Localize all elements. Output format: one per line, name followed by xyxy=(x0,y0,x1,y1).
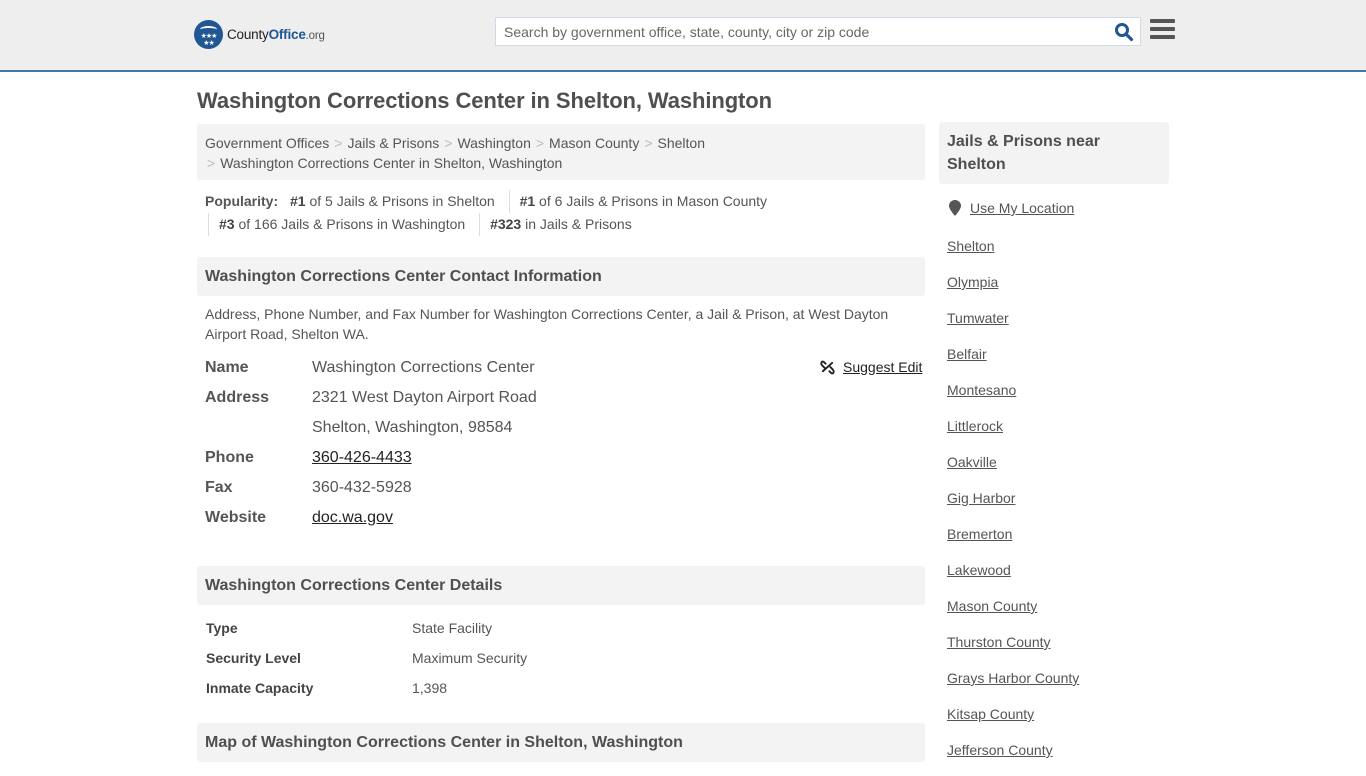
nearby-link-bremerton[interactable]: Bremerton xyxy=(947,526,1012,542)
list-item: Tumwater xyxy=(947,308,1079,344)
nearby-link-thurston-county[interactable]: Thurston County xyxy=(947,634,1051,650)
list-item: Thurston County xyxy=(947,632,1079,668)
details-row: Inmate Capacity 1,398 xyxy=(206,676,926,706)
nearby-link-grays-harbor-county[interactable]: Grays Harbor County xyxy=(947,670,1079,686)
list-item: Bremerton xyxy=(947,524,1079,560)
nearby-link-lakewood[interactable]: Lakewood xyxy=(947,562,1011,578)
popularity-item: #1 of 6 Jails & Prisons in Mason County xyxy=(508,190,777,213)
breadcrumb-washington[interactable]: Washington xyxy=(457,135,530,151)
list-item: Jefferson County xyxy=(947,740,1079,776)
eagle-stars-badge-icon: ★★★ ★★ xyxy=(194,20,223,49)
list-item: Gig Harbor xyxy=(947,488,1079,524)
breadcrumb-separator: > xyxy=(644,135,653,151)
breadcrumb-mason-county[interactable]: Mason County xyxy=(549,135,639,151)
fax-value: 360-432-5928 xyxy=(312,479,412,496)
nearby-list: Shelton Olympia Tumwater Belfair Montesa… xyxy=(947,236,1079,776)
nearby-link-kitsap-county[interactable]: Kitsap County xyxy=(947,706,1034,722)
search-input[interactable] xyxy=(496,18,1106,45)
contact-row-website: Website doc.wa.gov xyxy=(205,503,925,533)
site-logo[interactable]: ★★★ ★★ CountyOffice.org xyxy=(194,20,325,49)
address-line2: Shelton, Washington, 98584 xyxy=(312,419,513,436)
search-box xyxy=(495,17,1141,46)
contact-row-phone: Phone 360-426-4433 xyxy=(205,443,925,473)
hamburger-menu-icon[interactable] xyxy=(1150,19,1175,41)
popularity-item: #3 of 166 Jails & Prisons in Washington xyxy=(208,213,475,236)
nearby-link-montesano[interactable]: Montesano xyxy=(947,382,1016,398)
website-label: Website xyxy=(205,509,267,526)
list-item: Mason County xyxy=(947,596,1079,632)
fax-label: Fax xyxy=(205,479,233,496)
site-header: ★★★ ★★ CountyOffice.org xyxy=(0,0,1366,72)
nearby-link-oakville[interactable]: Oakville xyxy=(947,454,997,470)
address-line1: 2321 West Dayton Airport Road xyxy=(312,389,537,406)
popularity-item: #323 in Jails & Prisons xyxy=(479,213,642,236)
popularity-item: #1 of 5 Jails & Prisons in Shelton xyxy=(290,193,495,209)
contact-row-address2: Shelton, Washington, 98584 xyxy=(205,413,925,443)
search-icon xyxy=(1115,23,1134,42)
phone-link[interactable]: 360-426-4433 xyxy=(312,443,412,473)
website-link[interactable]: doc.wa.gov xyxy=(312,503,393,533)
list-item: Shelton xyxy=(947,236,1079,272)
sidebar-heading: Jails & Prisons near Shelton xyxy=(939,122,1169,184)
nearby-link-littlerock[interactable]: Littlerock xyxy=(947,418,1003,434)
breadcrumb-current: Washington Corrections Center in Shelton… xyxy=(220,155,563,171)
list-item: Montesano xyxy=(947,380,1079,416)
details-heading: Washington Corrections Center Details xyxy=(197,566,925,605)
list-item: Kitsap County xyxy=(947,704,1079,740)
search-button[interactable] xyxy=(1114,22,1134,42)
breadcrumb-separator: > xyxy=(444,135,453,151)
name-label: Name xyxy=(205,359,249,376)
breadcrumb-jails-prisons[interactable]: Jails & Prisons xyxy=(347,135,439,151)
name-value: Washington Corrections Center xyxy=(312,359,535,376)
nearby-link-mason-county[interactable]: Mason County xyxy=(947,598,1037,614)
security-level-value: Maximum Security xyxy=(412,650,528,666)
popularity-label: Popularity: xyxy=(205,193,279,209)
map-heading: Map of Washington Corrections Center in … xyxy=(197,723,925,762)
map-pin-icon xyxy=(949,200,961,216)
type-value: State Facility xyxy=(412,620,493,636)
inmate-capacity-label: Inmate Capacity xyxy=(206,680,314,696)
use-my-location-label: Use My Location xyxy=(970,200,1075,216)
contact-row-fax: Fax 360-432-5928 xyxy=(205,473,925,503)
contact-row-name: Name Washington Corrections Center xyxy=(205,353,925,383)
list-item: Littlerock xyxy=(947,416,1079,452)
contact-description: Address, Phone Number, and Fax Number fo… xyxy=(205,306,889,342)
list-item: Olympia xyxy=(947,272,1079,308)
nearby-link-tumwater[interactable]: Tumwater xyxy=(947,310,1009,326)
nearby-link-gig-harbor[interactable]: Gig Harbor xyxy=(947,490,1015,506)
list-item: Lakewood xyxy=(947,560,1079,596)
nearby-link-shelton[interactable]: Shelton xyxy=(947,238,994,254)
contact-info-heading: Washington Corrections Center Contact In… xyxy=(197,257,925,296)
list-item: Oakville xyxy=(947,452,1079,488)
type-label: Type xyxy=(206,620,238,636)
list-item: Grays Harbor County xyxy=(947,668,1079,704)
inmate-capacity-value: 1,398 xyxy=(412,680,448,696)
details-row: Security Level Maximum Security xyxy=(206,646,926,676)
nearby-link-jefferson-county[interactable]: Jefferson County xyxy=(947,742,1053,758)
breadcrumb: Government Offices > Jails & Prisons > Washi… xyxy=(197,124,925,180)
nearby-link-olympia[interactable]: Olympia xyxy=(947,274,998,290)
page-title: Washington Corrections Center in Shelton… xyxy=(197,88,772,113)
breadcrumb-separator: > xyxy=(334,135,343,151)
address-label: Address xyxy=(205,389,270,406)
logo-text: CountyOffice.org xyxy=(227,27,325,42)
security-level-label: Security Level xyxy=(206,650,301,666)
facility-details: Type State Facility Security Level Maxim… xyxy=(206,616,926,706)
breadcrumb-government-offices[interactable]: Government Offices xyxy=(205,135,329,151)
list-item: Belfair xyxy=(947,344,1079,380)
phone-label: Phone xyxy=(205,449,254,466)
breadcrumb-separator: > xyxy=(207,155,216,171)
details-row: Type State Facility xyxy=(206,616,926,646)
popularity-rankings: Popularity: #1 of 5 Jails & Prisons in S… xyxy=(205,190,925,236)
breadcrumb-separator: > xyxy=(535,135,545,151)
nearby-link-belfair[interactable]: Belfair xyxy=(947,346,987,362)
contact-details: Name Washington Corrections Center Addre… xyxy=(205,353,925,533)
contact-row-address: Address 2321 West Dayton Airport Road xyxy=(205,383,925,413)
use-my-location-link[interactable]: Use My Location xyxy=(949,200,1074,216)
breadcrumb-shelton[interactable]: Shelton xyxy=(658,135,705,151)
